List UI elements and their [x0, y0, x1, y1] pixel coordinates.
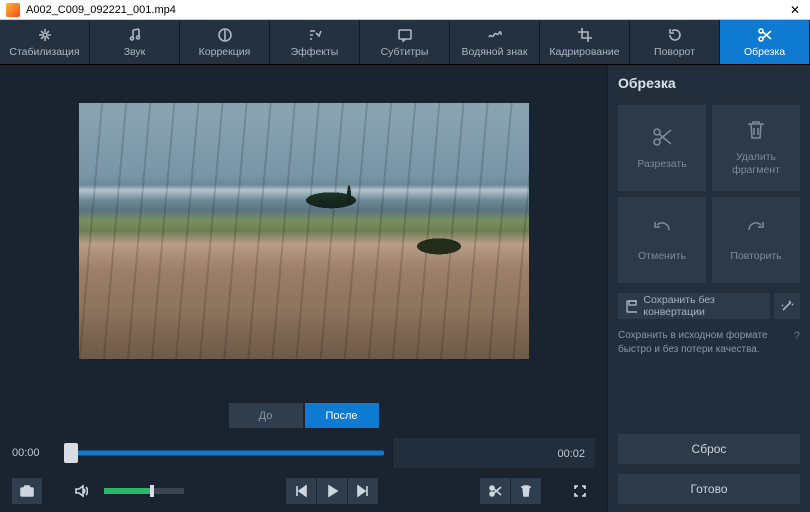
volume-icon — [74, 484, 88, 498]
after-button[interactable]: После — [305, 403, 379, 428]
rotate-icon — [667, 27, 683, 43]
play-button[interactable] — [317, 478, 347, 504]
before-after-toggle: До После — [6, 403, 601, 428]
stabilization-icon — [37, 27, 53, 43]
tab-stabilization[interactable]: Стабилизация — [0, 20, 90, 64]
undo-icon — [651, 218, 673, 240]
tab-effects[interactable]: Эффекты — [270, 20, 360, 64]
help-icon[interactable]: ? — [794, 329, 800, 344]
next-button[interactable] — [348, 478, 378, 504]
tab-label: Звук — [124, 46, 146, 58]
redo-icon — [745, 218, 767, 240]
trash-icon — [519, 484, 533, 498]
save-no-convert-button[interactable]: Сохранить без конвертации — [618, 293, 770, 319]
timeline-bar — [64, 451, 384, 456]
magic-button[interactable] — [774, 293, 800, 319]
trash-icon — [745, 119, 767, 141]
undo-card[interactable]: Отменить — [618, 197, 706, 283]
app-icon — [6, 3, 20, 17]
camera-icon — [20, 484, 34, 498]
tab-label: Субтитры — [381, 46, 429, 58]
scissors-icon — [651, 126, 673, 148]
fx-icon — [307, 27, 323, 43]
tab-label: Коррекция — [199, 46, 251, 58]
scissors-icon — [757, 27, 773, 43]
tab-trim[interactable]: Обрезка — [720, 20, 810, 64]
tab-label: Кадрирование — [549, 46, 619, 58]
tab-subtitles[interactable]: Субтитры — [360, 20, 450, 64]
crop-icon — [577, 27, 593, 43]
tool-tabs: Стабилизация Звук Коррекция Эффекты Субт… — [0, 20, 810, 65]
time-end: 00:02 — [392, 438, 595, 468]
skip-back-icon — [294, 484, 308, 498]
window-title: A002_C009_092221_001.mp4 — [26, 4, 786, 16]
scissors-icon — [488, 484, 502, 498]
volume-button[interactable] — [66, 478, 96, 504]
snapshot-button[interactable] — [12, 478, 42, 504]
card-label: Отменить — [638, 250, 686, 263]
delete-button[interactable] — [511, 478, 541, 504]
trim-panel: Обрезка Разрезать Удалить фрагмент Отмен… — [607, 65, 810, 512]
skip-forward-icon — [356, 484, 370, 498]
delete-fragment-card[interactable]: Удалить фрагмент — [712, 105, 800, 191]
play-icon — [325, 484, 339, 498]
fullscreen-icon — [573, 484, 587, 498]
close-icon[interactable]: ✕ — [786, 3, 804, 17]
tab-correction[interactable]: Коррекция — [180, 20, 270, 64]
fullscreen-button[interactable] — [565, 478, 595, 504]
video-preview — [79, 103, 529, 359]
titlebar: A002_C009_092221_001.mp4 ✕ — [0, 0, 810, 20]
reset-button[interactable]: Сброс — [618, 434, 800, 464]
volume-handle[interactable] — [150, 485, 154, 497]
done-button[interactable]: Готово — [618, 474, 800, 504]
wand-icon — [780, 299, 794, 313]
card-label: Повторить — [730, 250, 781, 263]
watermark-icon — [487, 27, 503, 43]
tab-label: Стабилизация — [9, 46, 79, 58]
contrast-icon — [217, 27, 233, 43]
tab-label: Водяной знак — [462, 46, 528, 58]
tab-label: Поворот — [654, 46, 695, 58]
tab-sound[interactable]: Звук — [90, 20, 180, 64]
timeline-handle[interactable] — [64, 443, 78, 463]
subtitle-icon — [397, 27, 413, 43]
time-start: 00:00 — [12, 447, 56, 459]
prev-button[interactable] — [286, 478, 316, 504]
music-icon — [127, 27, 143, 43]
save-label: Сохранить без конвертации — [643, 294, 762, 318]
timeline: 00:00 00:02 — [6, 434, 601, 472]
tab-watermark[interactable]: Водяной знак — [450, 20, 540, 64]
save-hint: Сохранить в исходном формате быстро и бе… — [618, 329, 800, 356]
volume-slider[interactable] — [104, 488, 184, 494]
timeline-track[interactable] — [64, 446, 384, 460]
card-label: Разрезать — [637, 158, 686, 171]
tab-label: Эффекты — [291, 46, 339, 58]
tab-label: Обрезка — [744, 46, 785, 58]
save-icon — [626, 300, 637, 313]
volume-fill — [104, 488, 150, 494]
card-label: Удалить фрагмент — [732, 151, 780, 176]
tab-crop[interactable]: Кадрирование — [540, 20, 630, 64]
redo-card[interactable]: Повторить — [712, 197, 800, 283]
cut-button[interactable] — [480, 478, 510, 504]
before-button[interactable]: До — [229, 403, 303, 428]
cut-card[interactable]: Разрезать — [618, 105, 706, 191]
tab-rotate[interactable]: Поворот — [630, 20, 720, 64]
panel-title: Обрезка — [618, 75, 800, 91]
